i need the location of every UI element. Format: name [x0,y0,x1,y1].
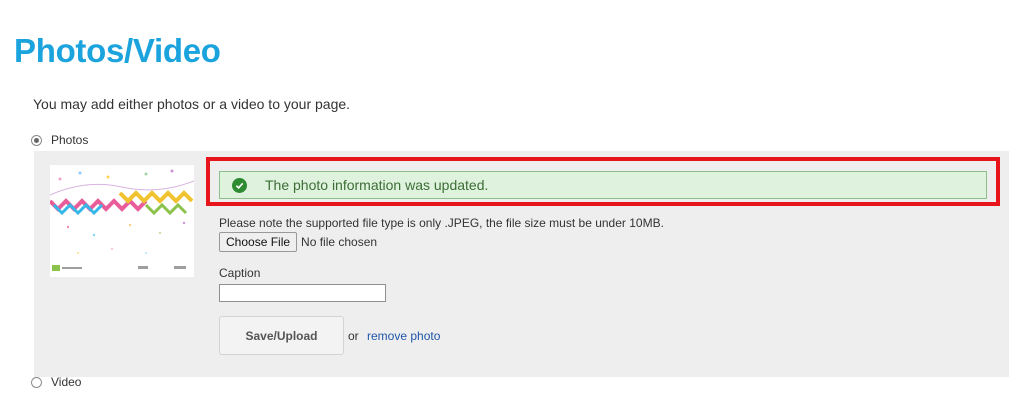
save-upload-button[interactable]: Save/Upload [219,316,344,355]
photos-label: Photos [51,133,89,147]
photo-panel: The photo information was updated. Pleas… [34,151,1009,377]
photos-radio[interactable] [31,134,42,146]
photo-thumbnail [50,165,194,277]
video-label: Video [51,375,82,389]
or-text: or [348,329,359,343]
caption-input[interactable] [219,284,386,302]
file-requirements-note: Please note the supported file type is o… [219,216,664,230]
caption-label: Caption [219,266,261,280]
file-status: No file chosen [301,235,378,249]
choose-file-button[interactable]: Choose File [219,232,298,252]
page-intro: You may add either photos or a video to … [33,96,351,112]
file-picker: Choose File No file chosen [219,232,377,252]
video-option[interactable]: Video [31,375,81,389]
remove-photo-link[interactable]: remove photo [367,329,440,343]
success-alert: The photo information was updated. [219,171,987,199]
alert-message: The photo information was updated. [265,177,489,193]
page-title: Photos/Video [14,32,221,69]
check-circle-icon [232,177,247,193]
video-radio[interactable] [31,376,42,388]
photos-option[interactable]: Photos [31,133,88,147]
